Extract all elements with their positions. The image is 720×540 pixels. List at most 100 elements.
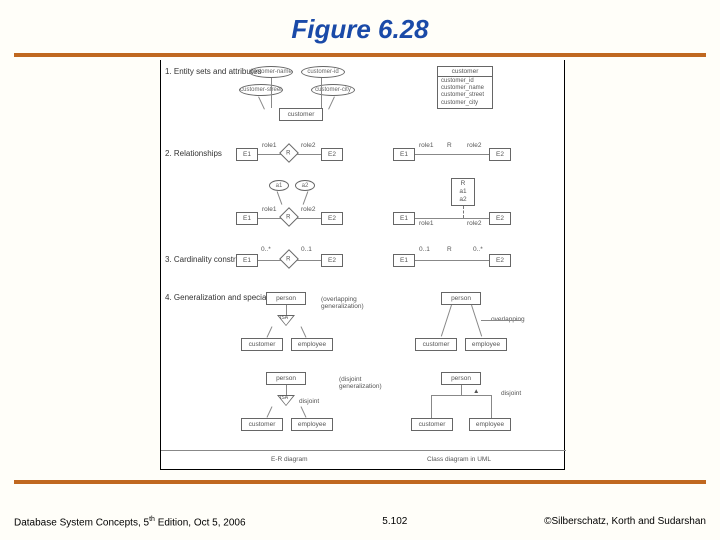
class-body: customer_id customer_name customer_stree… (438, 77, 492, 108)
attr-ellipse: customer-id (301, 66, 345, 78)
assoc-label: R (447, 246, 452, 253)
footer-text: Database System Concepts, 5 (14, 517, 149, 528)
connector (277, 191, 283, 204)
uml-e2: E2 (489, 254, 511, 267)
rel-attr: a1 (269, 180, 289, 191)
connector (491, 395, 492, 418)
role2-label: role2 (467, 142, 481, 149)
slide-footer: Database System Concepts, 5th Edition, O… (0, 516, 720, 528)
connector (286, 385, 287, 395)
gen-person: person (266, 372, 306, 385)
connector (258, 96, 265, 109)
class-attr: customer_street (441, 92, 489, 99)
isa-label: ISA (280, 395, 288, 401)
uml-e1: E1 (393, 212, 415, 225)
role2-label: role2 (301, 142, 315, 149)
role2-label: role2 (467, 220, 481, 227)
gen-employee: employee (291, 418, 333, 431)
connector (328, 96, 335, 109)
connector (271, 78, 272, 108)
gen-customer: customer (241, 338, 283, 351)
uml-customer: customer (415, 338, 457, 351)
connector (461, 385, 462, 395)
connector (297, 154, 321, 155)
entity-box: customer (279, 108, 323, 121)
er-caption: E-R diagram (271, 456, 307, 463)
role1-label: role1 (419, 142, 433, 149)
connector (258, 154, 282, 155)
connector (415, 154, 489, 155)
card-label: 0..1 (301, 246, 312, 253)
connector (286, 305, 287, 315)
role1-label: role1 (262, 142, 276, 149)
footer-left: Database System Concepts, 5th Edition, O… (14, 516, 246, 528)
row2-label: 2. Relationships (165, 150, 222, 159)
rel-e2: E2 (321, 148, 343, 161)
connector (258, 218, 282, 219)
slide-title: Figure 6.28 (0, 0, 720, 53)
card-label: 0..1 (419, 246, 430, 253)
gen-caption: (disjoint generalization) (339, 376, 382, 390)
disjoint-label: disjoint (299, 398, 319, 405)
footer-center: 5.102 (382, 516, 407, 528)
connector (301, 326, 307, 337)
class-head: customer (438, 67, 492, 77)
uml-employee: employee (469, 418, 511, 431)
assoc-class: R a1 a2 (451, 178, 475, 206)
uml-person: person (441, 372, 481, 385)
attr-ellipse: customer-city (311, 84, 355, 96)
connector (303, 191, 309, 204)
class-attr: customer_city (441, 100, 489, 107)
class-attr: customer_name (441, 85, 489, 92)
rel-diamond: R (279, 207, 299, 227)
divider (161, 450, 566, 451)
rel-e1: E1 (236, 148, 258, 161)
connector (481, 320, 521, 321)
gen-customer: customer (241, 418, 283, 431)
card-e1: E1 (236, 254, 258, 267)
uml-caption: Class diagram in UML (427, 456, 491, 463)
figure-container: 1. Entity sets and attributes customer-n… (160, 60, 565, 470)
connector (415, 260, 489, 261)
divider-top (14, 53, 706, 57)
rel-e1: E1 (236, 212, 258, 225)
connector (267, 326, 273, 337)
role2-label: role2 (301, 206, 315, 213)
connector (297, 260, 321, 261)
card-e2: E2 (321, 254, 343, 267)
connector (258, 260, 282, 261)
disjoint-label: disjoint (501, 390, 521, 397)
uml-e1: E1 (393, 148, 415, 161)
connector (267, 406, 273, 417)
attr-ellipse: customer-street (239, 84, 283, 96)
footer-right: ©Silberschatz, Korth and Sudarshan (544, 516, 706, 528)
uml-employee: employee (465, 338, 507, 351)
uml-e1: E1 (393, 254, 415, 267)
uml-class-box: customer customer_id customer_name custo… (437, 66, 493, 109)
rel-attr: a2 (295, 180, 315, 191)
uml-e2: E2 (489, 148, 511, 161)
connector (431, 395, 432, 418)
connector (297, 218, 321, 219)
gen-person: person (266, 292, 306, 305)
attr-ellipse: customer-name (249, 66, 293, 78)
connector (415, 218, 489, 219)
footer-text: Edition, Oct 5, 2006 (155, 517, 246, 528)
rel-diamond: R (279, 249, 299, 269)
divider-bottom (14, 480, 706, 484)
arrow-icon: ▲ (473, 388, 479, 395)
role1-label: role1 (262, 206, 276, 213)
connector (441, 305, 452, 337)
role1-label: role1 (419, 220, 433, 227)
gen-employee: employee (291, 338, 333, 351)
uml-person: person (441, 292, 481, 305)
rel-diamond: R (279, 143, 299, 163)
card-label: 0..* (261, 246, 271, 253)
class-attr: customer_id (441, 78, 489, 85)
card-label: 0..* (473, 246, 483, 253)
isa-label: ISA (280, 315, 288, 321)
uml-customer: customer (411, 418, 453, 431)
connector (431, 395, 491, 396)
dashed-connector (463, 206, 464, 218)
assoc-label: R (447, 142, 452, 149)
